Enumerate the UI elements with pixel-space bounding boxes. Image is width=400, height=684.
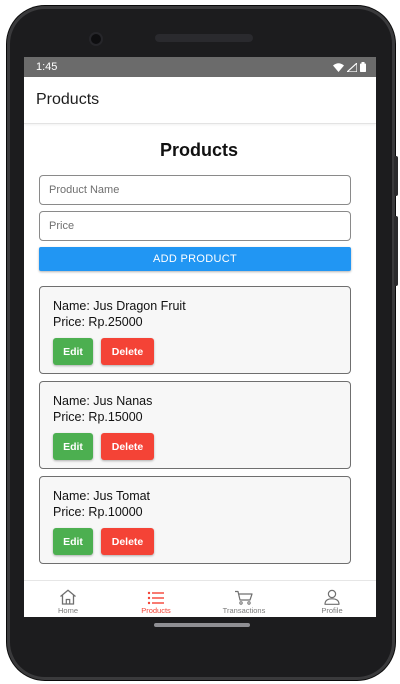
earpiece-speaker <box>155 34 253 42</box>
product-name: Name: Jus Nanas <box>53 394 153 408</box>
delete-button[interactable]: Delete <box>101 433 154 460</box>
main-content: Products ADD PRODUCT Name: Jus Dragon Fr… <box>24 140 376 564</box>
card-actions: Edit Delete <box>53 338 337 365</box>
nav-label-transactions: Transactions <box>222 606 266 615</box>
product-price: Price: Rp.10000 <box>53 505 143 519</box>
edit-button[interactable]: Edit <box>53 528 93 555</box>
product-price: Price: Rp.25000 <box>53 315 143 329</box>
person-icon <box>324 589 340 605</box>
wifi-icon <box>333 62 344 72</box>
card-actions: Edit Delete <box>53 528 337 555</box>
product-card: Name: Jus Tomat Price: Rp.10000 Edit Del… <box>39 476 351 564</box>
edit-button[interactable]: Edit <box>53 433 93 460</box>
phone-screen: 1:45 Products Products ADD PRODUCT Name:… <box>24 57 376 617</box>
delete-button[interactable]: Delete <box>101 528 154 555</box>
status-bar: 1:45 <box>24 57 376 77</box>
nav-label-products: Products <box>141 606 171 615</box>
product-card: Name: Jus Dragon Fruit Price: Rp.25000 E… <box>39 286 351 374</box>
status-time: 1:45 <box>36 61 58 73</box>
nav-item-products[interactable]: Products <box>112 581 200 617</box>
list-icon <box>147 591 164 605</box>
home-indicator[interactable] <box>154 623 250 627</box>
page-title: Products <box>159 140 238 160</box>
status-icons <box>333 62 366 72</box>
product-name: Name: Jus Tomat <box>53 489 151 503</box>
power-button <box>394 216 398 286</box>
product-card: Name: Jus Nanas Price: Rp.15000 Edit Del… <box>39 381 351 469</box>
product-name-input[interactable] <box>39 175 351 205</box>
nav-item-profile[interactable]: Profile <box>288 581 376 617</box>
nav-item-transactions[interactable]: Transactions <box>200 581 288 617</box>
product-name: Name: Jus Dragon Fruit <box>53 299 186 313</box>
front-camera <box>91 34 101 44</box>
signal-icon <box>347 62 357 72</box>
nav-label-profile: Profile <box>321 606 343 615</box>
price-input[interactable] <box>39 211 351 241</box>
home-icon <box>60 589 76 605</box>
delete-button[interactable]: Delete <box>101 338 154 365</box>
card-actions: Edit Delete <box>53 433 337 460</box>
edit-button[interactable]: Edit <box>53 338 93 365</box>
app-bar: Products <box>24 77 376 124</box>
app-bar-title: Products <box>36 91 100 108</box>
add-product-button[interactable]: ADD PRODUCT <box>39 247 351 271</box>
volume-button <box>394 156 398 196</box>
nav-label-home: Home <box>57 606 78 615</box>
cart-icon <box>235 590 253 605</box>
nav-item-home[interactable]: Home <box>24 581 112 617</box>
bottom-navigation: Home Products Transactions Profile <box>24 580 376 617</box>
battery-icon <box>360 62 366 72</box>
product-price: Price: Rp.15000 <box>53 410 143 424</box>
